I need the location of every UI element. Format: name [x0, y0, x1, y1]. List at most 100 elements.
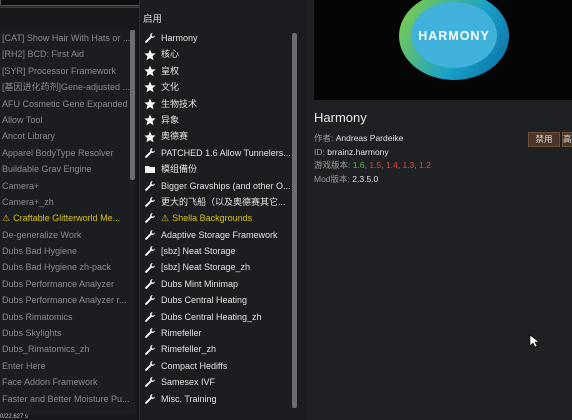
inactive-mod-item[interactable]: Dubs_Rimatomics_zh [0, 341, 135, 357]
inactive-mod-label: Allow Tool [2, 114, 43, 125]
star-icon [144, 81, 156, 93]
inactive-mod-item[interactable]: [RH2] BCD: First Aid [0, 46, 135, 62]
inactive-mod-item[interactable]: Face Addon Framework [0, 374, 135, 390]
inactive-list-scrollbar[interactable] [130, 30, 135, 180]
active-mod-item[interactable]: Rimefeller [140, 325, 290, 341]
active-mod-item[interactable]: PATCHED 1.6 Allow Tunnelers... [140, 145, 290, 161]
inactive-mod-label: Face Addon Framework [2, 377, 98, 388]
inactive-mod-label: Craftable Glitterworld Me... [13, 213, 121, 224]
inactive-mod-label: [CAT] Show Hair With Hats or ... [2, 33, 131, 43]
inactive-mod-label: Buildable Grav Engine [2, 164, 92, 175]
inactive-mod-item[interactable]: Camera+ [0, 178, 135, 194]
inactive-mod-item[interactable]: Buildable Grav Engine [0, 161, 135, 177]
active-mod-item[interactable]: 皇权 [140, 63, 290, 79]
active-mod-item[interactable]: [sbz] Neat Storage [140, 243, 290, 259]
inactive-mod-label: [RH2] BCD: First Aid [2, 49, 85, 60]
inactive-mod-label: Dubs Performance Analyzer r... [2, 295, 127, 306]
active-mod-item[interactable]: 奥德赛 [140, 128, 290, 144]
active-mod-item[interactable]: Rimefeller_zh [140, 341, 290, 357]
active-mod-item[interactable]: 核心 [140, 46, 290, 62]
inactive-mod-item[interactable]: Dubs Bad Hygiene [0, 243, 135, 259]
inactive-mod-label: Enter Here [2, 360, 46, 371]
star-icon [144, 114, 156, 126]
author-value: Andreas Pardeike [335, 133, 404, 143]
active-mod-label: 异象 [161, 114, 180, 125]
inactive-mod-item[interactable]: Dubs Rimatomics [0, 309, 135, 325]
active-mod-item[interactable]: Samesex IVF [140, 374, 290, 390]
wrench-icon [144, 311, 156, 323]
inactive-mod-item[interactable]: De-generalize Work [0, 227, 135, 243]
active-mod-item[interactable]: Bigger Gravships (and other O... [140, 178, 290, 194]
active-mod-label: Adaptive Storage Framework [161, 229, 278, 240]
active-mod-label: Rimefeller [161, 328, 202, 339]
inactive-mod-item[interactable]: [CAT] Show Hair With Hats or ... [0, 30, 135, 46]
active-mod-item[interactable]: Dubs Central Heating_zh [140, 309, 290, 325]
inactive-mod-label: Camera+ [2, 180, 40, 191]
active-mod-label: [sbz] Neat Storage [161, 246, 236, 257]
active-mod-item[interactable]: ⚠ Shella Backgrounds [140, 210, 290, 226]
inactive-mod-item[interactable]: Allow Tool [0, 112, 135, 128]
active-mod-item[interactable]: Adaptive Storage Framework [140, 227, 290, 243]
inactive-mod-label: Camera+_zh [2, 196, 54, 207]
active-mod-item[interactable]: Dubs Mint Minimap [140, 276, 290, 292]
active-mod-item[interactable]: 文化 [140, 79, 290, 95]
active-mod-label: Shella Backgrounds [172, 213, 253, 224]
active-mod-item[interactable]: 异象 [140, 112, 290, 128]
active-mod-label: 奥德赛 [161, 131, 189, 142]
active-mod-item[interactable]: 生物技术 [140, 96, 290, 112]
inactive-mod-item[interactable]: Apparel BodyType Resolver [0, 145, 135, 161]
active-mod-label: Dubs Central Heating_zh [161, 311, 262, 322]
inactive-mod-label: Dubs Rimatomics [2, 311, 73, 322]
active-mod-item[interactable]: Dubs Central Heating [140, 292, 290, 308]
active-mod-label: Bigger Gravships (and other O... [161, 180, 290, 191]
wrench-icon [144, 180, 156, 192]
modver-value: 2.3.5.0 [352, 173, 379, 184]
inactive-mod-item[interactable]: Ancot Library [0, 128, 135, 144]
active-mod-item[interactable]: Compact Hediffs [140, 358, 290, 374]
wrench-icon [144, 393, 156, 405]
active-mod-label: 皇权 [161, 65, 180, 76]
inactive-mod-item[interactable]: Dubs Skylights [0, 325, 135, 341]
active-mod-label: PATCHED 1.6 Allow Tunnelers... [161, 147, 290, 158]
star-icon [144, 131, 156, 143]
active-mod-label: Harmony [161, 33, 198, 43]
inactive-mod-item[interactable]: Faster and Better Moisture Pu... [0, 391, 135, 407]
folder-icon [144, 163, 156, 175]
id-key: ID: [314, 146, 325, 157]
disable-button[interactable]: 禁用 [528, 132, 560, 147]
inactive-mod-item[interactable]: Enter Here [0, 358, 135, 374]
inactive-mod-item[interactable]: Dubs Performance Analyzer r... [0, 292, 135, 308]
active-mod-item[interactable]: 模组備份 [140, 161, 290, 177]
inactive-mod-item[interactable]: AFU Cosmetic Gene Expanded [0, 96, 135, 112]
inactive-mod-label: Dubs_Rimatomics_zh [2, 344, 90, 355]
inactive-mod-item[interactable]: Dubs Bad Hygiene zh-pack [0, 259, 135, 275]
inactive-mod-label: Dubs Skylights [2, 328, 62, 339]
active-mod-label: Dubs Central Heating [161, 295, 248, 306]
inactive-mod-item[interactable]: [基因进化药剂]Gene-adjusted ... [0, 79, 135, 95]
harmony-logo: HARMONY [399, 0, 509, 80]
active-mod-item[interactable]: Misc. Training [140, 391, 290, 407]
active-mod-label: 文化 [161, 82, 180, 93]
inactive-mod-label: De-generalize Work [2, 229, 82, 240]
status-text: 0/22,627 s [0, 414, 29, 420]
active-mod-item[interactable]: Harmony [140, 30, 290, 46]
inactive-mod-item[interactable]: [SYR] Processor Framework [0, 63, 135, 79]
wrench-icon [144, 229, 156, 241]
more-button[interactable]: 高 [562, 132, 572, 147]
star-icon [144, 49, 156, 61]
wrench-icon [144, 212, 156, 224]
inactive-mod-label: Ancot Library [2, 131, 56, 142]
active-mod-item[interactable]: [sbz] Neat Storage_zh [140, 259, 290, 275]
active-mod-item[interactable]: 更大的飞船（以及奥德赛其它... [140, 194, 290, 210]
active-mod-label: [sbz] Neat Storage_zh [161, 262, 251, 273]
active-list-scrollbar[interactable] [292, 33, 297, 408]
active-mod-label: Compact Hediffs [161, 360, 228, 371]
id-value: brrainz.harmony [327, 146, 389, 157]
inactive-mod-item[interactable]: ⚠ Craftable Glitterworld Me... [0, 210, 135, 226]
inactive-mod-item[interactable]: Camera+_zh [0, 194, 135, 210]
inactive-mod-label: Dubs Bad Hygiene zh-pack [2, 262, 112, 273]
inactive-mod-item[interactable]: Dubs Performance Analyzer [0, 276, 135, 292]
warning-icon: ⚠ [2, 213, 11, 224]
inactive-mod-label: AFU Cosmetic Gene Expanded [2, 98, 128, 109]
modver-key: Mod版本: [314, 173, 350, 184]
